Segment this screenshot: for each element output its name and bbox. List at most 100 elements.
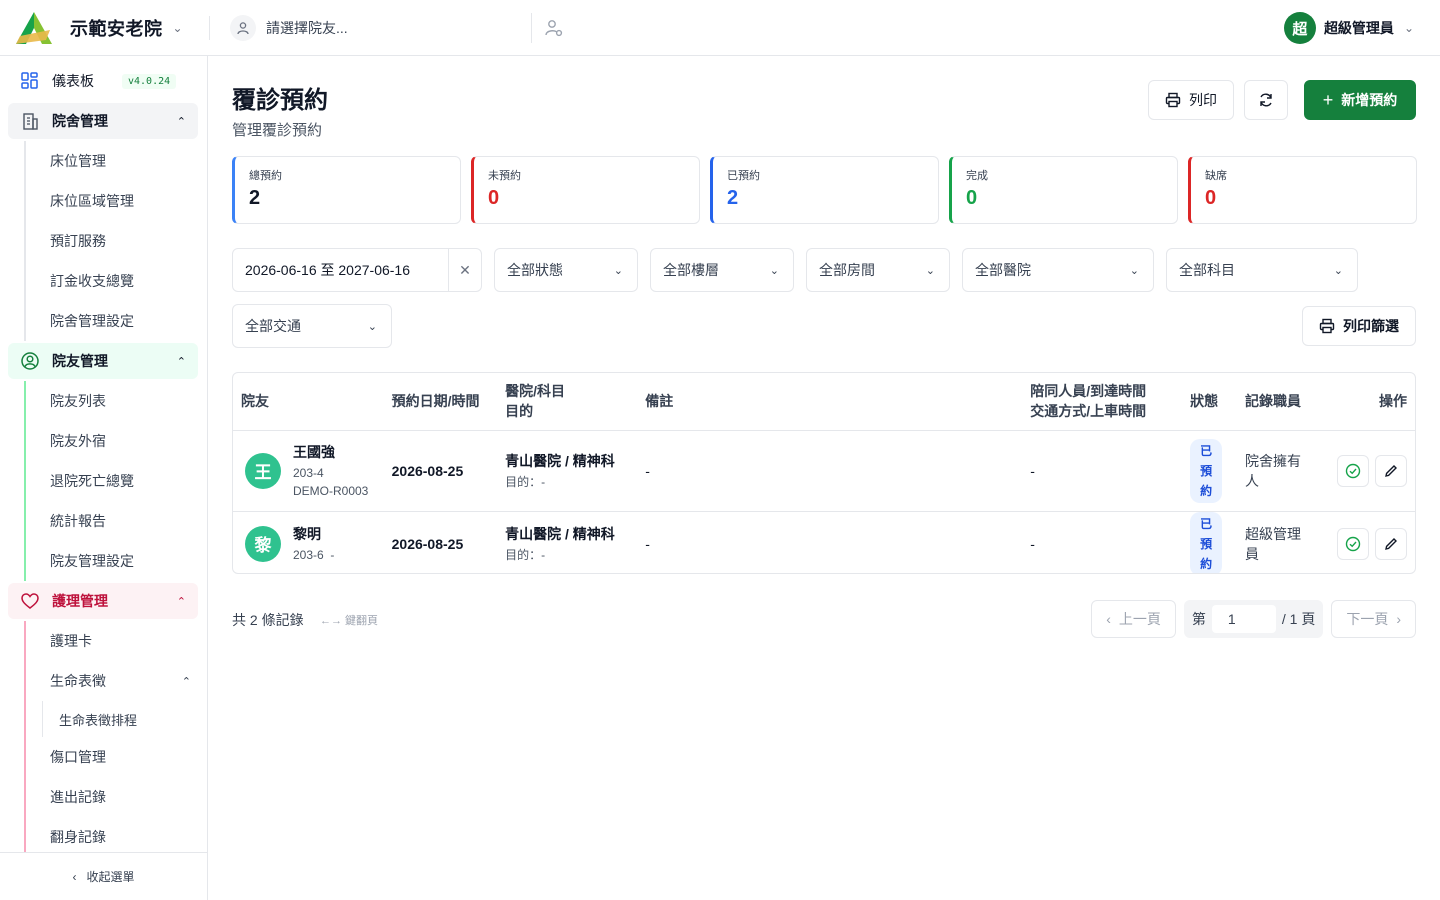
resident-code: - [330,547,335,562]
add-appointment-button[interactable]: + 新增預約 [1304,80,1416,120]
page-title: 覆診預約 [232,87,328,114]
column-header-escort: 陪同人員/到達時間 交通方式/上車時間 [1022,373,1183,431]
prev-page-label: 上一頁 [1118,611,1161,627]
edit-button[interactable] [1375,527,1407,560]
hospital-filter[interactable]: 全部醫院 ⌄ [962,248,1154,292]
status-badge: 已預約 [1190,438,1223,503]
appointments-table: 院友 預約日期/時間 醫院/科目 目的 備註 陪同人員/到達時間 交通方式/上車… [232,372,1416,574]
sidebar-item-vital-schedule[interactable]: 生命表徵排程 [42,701,207,737]
column-header-purpose-label: 目的 [505,403,534,420]
sidebar-item-resident-list[interactable]: 院友列表 [26,381,207,421]
complete-button[interactable] [1337,454,1369,487]
escort-transport: - [1022,511,1183,573]
print-filter-label: 列印篩選 [1343,318,1399,334]
chevron-up-icon: ⌃ [181,675,191,688]
avatar: 超 [1283,12,1316,44]
column-header-staff: 記錄職員 [1237,373,1323,431]
sidebar-item-dashboard[interactable]: 儀表板 v4.0.24 [0,61,207,101]
chevron-down-icon: ⌄ [1403,21,1414,35]
page-suffix: / 1 頁 [1281,611,1316,627]
chevron-down-icon: ⌄ [613,264,623,277]
sidebar-item-deposits[interactable]: 訂金收支總覽 [26,261,207,301]
user-menu[interactable]: 超 超級管理員 ⌄ [1283,12,1414,44]
print-filter-button[interactable]: 列印篩選 [1302,306,1416,346]
floor-filter[interactable]: 全部樓層 ⌄ [650,248,794,292]
sidebar-item-facility-settings[interactable]: 院舍管理設定 [26,301,207,341]
chevron-down-icon: ⌄ [769,264,779,277]
sidebar-item-beds[interactable]: 床位管理 [26,141,207,181]
sidebar-group-label: 院友管理 [52,353,108,369]
sidebar-item-wound[interactable]: 傷口管理 [26,737,207,777]
page-number-input[interactable] [1211,605,1276,633]
chevron-right-icon: › [1396,611,1401,627]
close-icon[interactable]: ✕ [449,262,481,279]
pagination: ‹ 上一頁 第 / 1 頁 下一頁 › [1091,600,1416,638]
sidebar-item-vital-signs[interactable]: 生命表徵 ⌃ [26,661,207,701]
date-range-value: 2026-06-16 至 2027-06-16 [233,249,449,291]
prev-page-button[interactable]: ‹ 上一頁 [1091,600,1176,638]
sidebar: 儀表板 v4.0.24 院舍管理 ⌃ 床位管理 床位區域管理 預訂服務 訂金收支… [0,56,208,900]
resident-room: 203-4 [293,465,324,480]
version-badge: v4.0.24 [122,73,177,89]
sidebar-item-nursing-card[interactable]: 護理卡 [26,621,207,661]
sidebar-group-label: 護理管理 [52,593,108,609]
stat-value: 2 [727,187,739,209]
sidebar-item-statistics[interactable]: 統計報告 [26,501,207,541]
print-button[interactable]: 列印 [1148,80,1234,120]
sidebar-item-resident-leave[interactable]: 院友外宿 [26,421,207,461]
resident-selector[interactable]: 請選擇院友... [230,12,532,43]
row-actions [1331,527,1407,560]
column-header-datetime: 預約日期/時間 [383,373,498,431]
complete-button[interactable] [1337,527,1369,560]
sidebar-item-resident-settings[interactable]: 院友管理設定 [26,541,207,581]
org-switcher[interactable]: 示範安老院 ⌄ [0,11,210,44]
resident-cell: 王 王國強 203-4 DEMO-R0003 [241,442,376,500]
floor-filter-value: 全部樓層 [663,262,719,278]
transport-filter[interactable]: 全部交通 ⌄ [232,304,392,348]
refresh-button[interactable] [1244,80,1288,120]
stat-value: 0 [966,187,978,209]
hospital-filter-value: 全部醫院 [975,262,1031,278]
chevron-left-icon: ‹ [72,869,77,884]
remarks: - [637,511,1023,573]
sidebar-item-entry-exit[interactable]: 進出記錄 [26,777,207,817]
hospital-department: 青山醫院 / 精神科 [505,526,615,542]
status-filter-value: 全部狀態 [507,262,563,278]
avatar: 王 [245,452,281,489]
sidebar-group-nursing[interactable]: 護理管理 ⌃ [8,583,198,619]
sidebar-item-discharge-overview[interactable]: 退院死亡總覽 [26,461,207,501]
next-page-label: 下一頁 [1346,611,1389,627]
next-page-button[interactable]: 下一頁 › [1331,600,1416,638]
chevron-down-icon: ⌄ [925,264,935,277]
sidebar-item-turning[interactable]: 翻身記錄 [26,817,207,857]
plus-icon: + [1322,89,1334,110]
collapse-menu-label: 收起選單 [86,870,135,884]
table-row[interactable]: 黎 黎明 203-6 - 2026-08-25 青山醫院 / 精神科 目的：- … [233,511,1415,573]
room-filter-value: 全部房間 [819,262,875,278]
sidebar-item-bed-areas[interactable]: 床位區域管理 [26,181,207,221]
purpose: 目的：- [505,548,546,562]
resident-cell: 黎 黎明 203-6 - [241,524,376,564]
sidebar-group-residents[interactable]: 院友管理 ⌃ [8,343,198,379]
user-circle-icon [21,352,39,370]
avatar: 黎 [245,525,281,562]
status-badge: 已預約 [1190,511,1223,573]
stat-value: 2 [249,187,261,209]
resident-code: DEMO-R0003 [293,483,369,498]
table-row[interactable]: 王 王國強 203-4 DEMO-R0003 2026-08-25 青山醫院 /… [233,430,1415,512]
user-name: 超級管理員 [1323,20,1394,36]
header-actions: 列印 + 新增預約 [1148,80,1416,120]
check-circle-icon [1345,536,1361,551]
user-settings-icon[interactable] [544,18,564,38]
date-range-picker[interactable]: 2026-06-16 至 2027-06-16 ✕ [232,248,482,292]
sidebar-group-facility[interactable]: 院舍管理 ⌃ [8,103,198,139]
appointment-date: 2026-08-25 [391,462,464,479]
status-filter[interactable]: 全部狀態 ⌄ [494,248,638,292]
collapse-menu-button[interactable]: ‹ 收起選單 [0,852,207,900]
edit-button[interactable] [1375,454,1407,487]
sidebar-item-reservations[interactable]: 預訂服務 [26,221,207,261]
room-filter[interactable]: 全部房間 ⌄ [806,248,950,292]
department-filter[interactable]: 全部科目 ⌄ [1166,248,1358,292]
stat-value: 0 [488,187,500,209]
check-circle-icon [1345,463,1361,478]
